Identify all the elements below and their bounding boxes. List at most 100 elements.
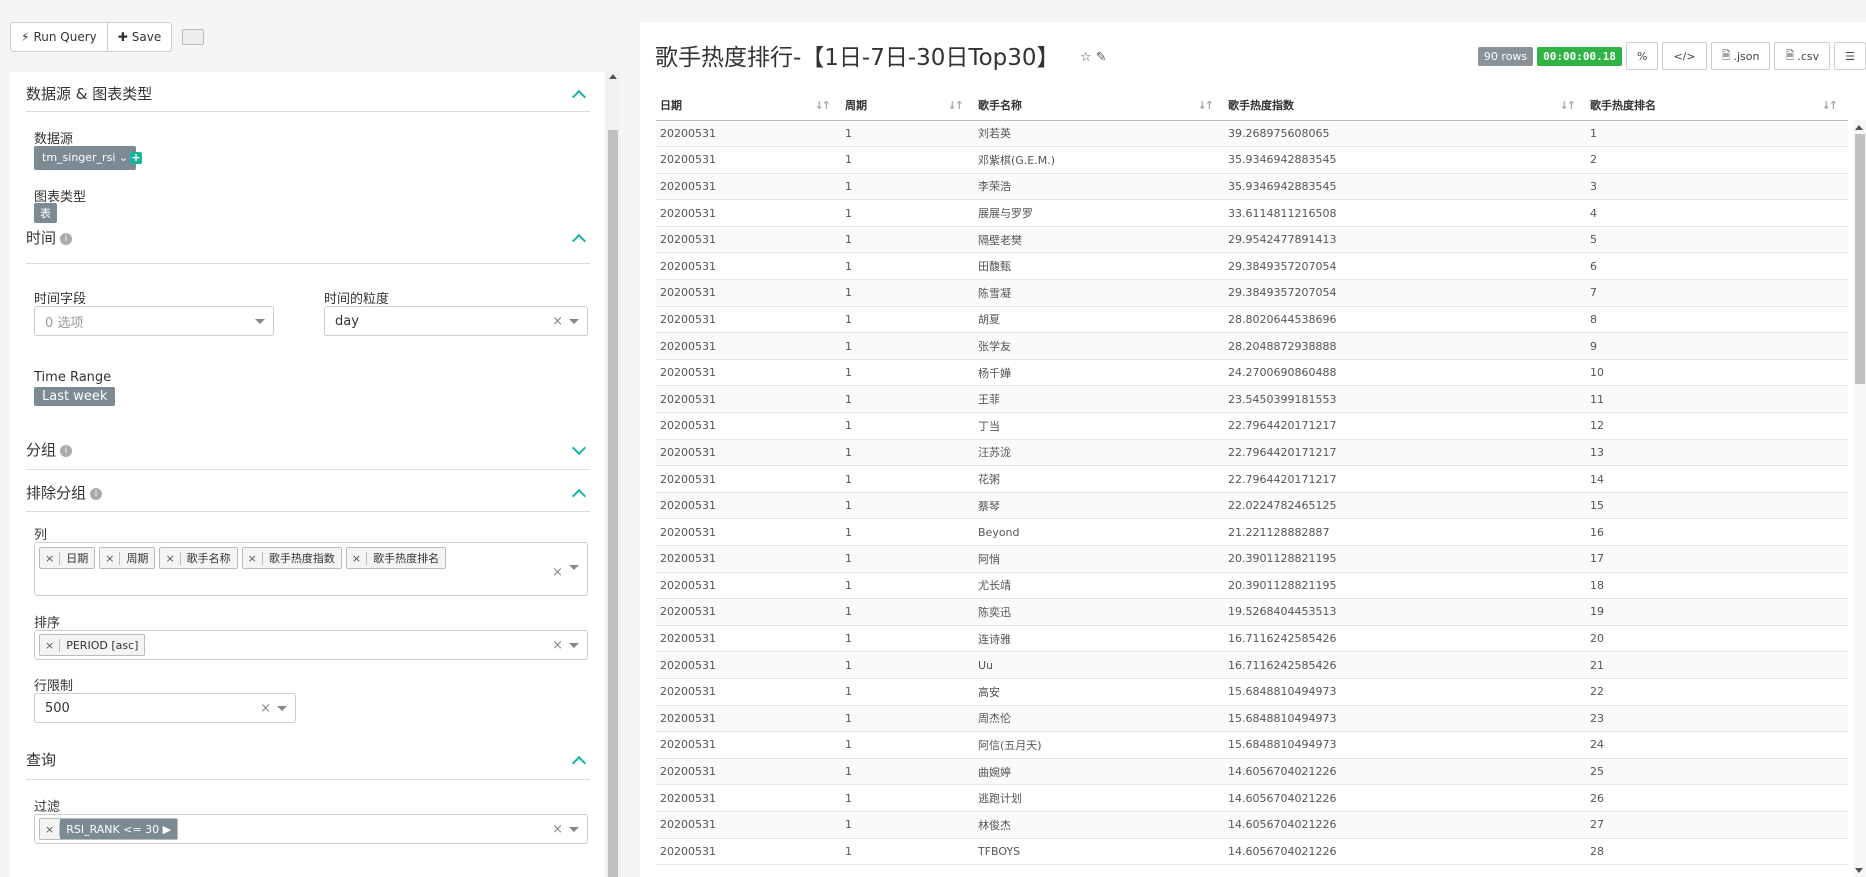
remove-icon[interactable]: × <box>100 551 121 565</box>
table-cell: 20200531 <box>656 518 841 546</box>
time-grain-select[interactable]: day × <box>324 306 588 336</box>
chevron-down-icon[interactable] <box>571 440 587 455</box>
edit-icon[interactable]: ✎ <box>1096 50 1107 65</box>
scroll-down-icon[interactable] <box>1855 868 1863 873</box>
nogroup-section-header[interactable]: 排除分组 i <box>26 474 590 512</box>
left-scrollbar-thumb[interactable] <box>608 130 618 877</box>
table-cell: 1 <box>841 385 974 414</box>
row-count-badge: 90 rows <box>1477 46 1534 66</box>
table-row[interactable]: 20200531 1 阿悄 20.3901128821195 17 <box>656 545 1848 573</box>
clear-icon[interactable]: × <box>552 314 563 329</box>
table-row[interactable]: 20200531 1 尤长靖 20.3901128821195 18 <box>656 572 1848 600</box>
add-datasource-icon[interactable]: + <box>130 152 142 164</box>
column-chip[interactable]: × 日期 <box>39 547 96 569</box>
sort-icon[interactable]: ↓↑ <box>1560 99 1577 112</box>
column-header[interactable]: 歌手热度指数 ↓↑ <box>1224 90 1586 121</box>
table-row[interactable]: 20200531 1 丁当 22.7964420171217 12 <box>656 412 1848 440</box>
clear-icon[interactable]: × <box>552 638 563 653</box>
json-button[interactable]: 🗎 .json <box>1710 42 1771 70</box>
link-button[interactable]: % <box>1626 42 1659 70</box>
table-cell: Beyond <box>974 518 1224 546</box>
table-row[interactable]: 20200531 1 花粥 22.7964420171217 14 <box>656 465 1848 493</box>
ordering-select[interactable]: × PERIOD [asc] × <box>34 630 588 660</box>
remove-icon[interactable]: × <box>347 551 368 565</box>
table-row[interactable]: 20200531 1 逃跑计划 14.6056704021226 26 <box>656 784 1848 812</box>
table-row[interactable]: 20200531 1 刘若英 39.268975608065 1 <box>656 120 1848 148</box>
scroll-up-icon[interactable] <box>609 74 617 79</box>
table-cell: 1 <box>841 173 974 201</box>
table-cell: 11 <box>1586 385 1848 414</box>
chevron-up-icon[interactable] <box>571 233 587 248</box>
table-row[interactable]: 20200531 1 展展与罗罗 33.6114811216508 4 <box>656 199 1848 227</box>
table-row[interactable]: 20200531 1 高安 15.6848810494973 22 <box>656 678 1848 706</box>
column-chip[interactable]: × 歌手热度排名 <box>345 547 447 569</box>
table-row[interactable]: 20200531 1 连诗雅 16.7116242585426 20 <box>656 625 1848 653</box>
run-query-button[interactable]: ⚡ Run Query <box>10 22 108 52</box>
clear-icon[interactable]: × <box>260 701 271 716</box>
datasource-section-header[interactable]: 数据源 & 图表类型 <box>26 76 590 112</box>
filter-chip[interactable]: × RSI_RANK <= 30 ▶ <box>39 818 179 840</box>
sort-icon[interactable]: ↓↑ <box>1822 99 1839 112</box>
embed-button[interactable]: </> <box>1662 42 1707 70</box>
clear-icon[interactable]: × <box>552 822 563 837</box>
star-icon[interactable]: ☆ <box>1080 50 1092 65</box>
clear-icon[interactable]: × <box>552 565 563 580</box>
chevron-up-icon[interactable] <box>571 755 587 770</box>
menu-button[interactable]: ☰ <box>1834 42 1866 70</box>
query-section-header[interactable]: 查询 <box>26 740 590 780</box>
column-chip[interactable]: × 周期 <box>99 547 156 569</box>
table-row[interactable]: 20200531 1 汪苏泷 22.7964420171217 13 <box>656 439 1848 467</box>
column-header[interactable]: 歌手名称 ↓↑ <box>974 90 1224 121</box>
table-scrollbar-thumb[interactable] <box>1855 134 1865 384</box>
filter-select[interactable]: × RSI_RANK <= 30 ▶ × <box>34 814 588 844</box>
sort-icon[interactable]: ↓↑ <box>815 99 832 112</box>
table-cell: 24.2700690860488 <box>1224 359 1586 387</box>
table-row[interactable]: 20200531 1 林俊杰 14.6056704021226 27 <box>656 811 1848 839</box>
remove-icon[interactable]: × <box>40 638 61 652</box>
column-header[interactable]: 日期 ↓↑ <box>656 90 841 121</box>
column-header[interactable]: 周期 ↓↑ <box>841 90 974 121</box>
sort-icon[interactable]: ↓↑ <box>1198 99 1215 112</box>
table-row[interactable]: 20200531 1 陈奕迅 19.5268404453513 19 <box>656 598 1848 626</box>
table-row[interactable]: 20200531 1 李荣浩 35.9346942883545 3 <box>656 173 1848 201</box>
table-cell: 李荣浩 <box>974 173 1224 201</box>
table-row[interactable]: 20200531 1 阿信(五月天) 15.6848810494973 24 <box>656 731 1848 759</box>
remove-icon[interactable]: × <box>40 822 61 836</box>
table-row[interactable]: 20200531 1 田馥甄 29.3849357207054 6 <box>656 252 1848 281</box>
csv-button[interactable]: 🗎 .csv <box>1774 42 1831 70</box>
table-row[interactable]: 20200531 1 王菲 23.5450399181553 11 <box>656 385 1848 414</box>
time-range-select[interactable]: Last week <box>34 387 116 406</box>
column-header[interactable]: 歌手热度排名 ↓↑ <box>1586 90 1848 121</box>
chevron-up-icon[interactable] <box>571 488 587 503</box>
table-cell: 20200531 <box>656 572 841 600</box>
columns-select[interactable]: × 日期 × 周期 × 歌手名称 × 歌手热度指数 × 歌手热度排名 × <box>34 542 588 596</box>
table-row[interactable]: 20200531 1 Beyond 21.221128882887 16 <box>656 518 1848 546</box>
sort-icon[interactable]: ↓↑ <box>948 99 965 112</box>
remove-icon[interactable]: × <box>160 551 181 565</box>
table-row[interactable]: 20200531 1 邓紫棋(G.E.M.) 35.9346942883545 2 <box>656 146 1848 174</box>
time-column-select[interactable]: 0 选项 <box>34 306 274 336</box>
save-button[interactable]: ✚ Save <box>107 22 173 52</box>
scroll-up-icon[interactable] <box>1855 125 1863 130</box>
table-row[interactable]: 20200531 1 周杰伦 15.6848810494973 23 <box>656 705 1848 733</box>
table-row[interactable]: 20200531 1 TFBOYS 14.6056704021226 28 <box>656 838 1848 866</box>
table-row[interactable]: 20200531 1 胡夏 28.8020644538696 8 <box>656 306 1848 334</box>
table-row[interactable]: 20200531 1 隔壁老樊 29.9542477891413 5 <box>656 226 1848 254</box>
table-row[interactable]: 20200531 1 曲婉婷 14.6056704021226 25 <box>656 758 1848 786</box>
table-row[interactable]: 20200531 1 陈雪凝 29.3849357207054 7 <box>656 279 1848 307</box>
chevron-up-icon[interactable] <box>571 89 587 104</box>
datasource-select[interactable]: tm_singer_rsi ⌄ <box>34 146 137 170</box>
table-row[interactable]: 20200531 1 杨千嬅 24.2700690860488 10 <box>656 359 1848 387</box>
caret-down-icon <box>569 827 579 832</box>
table-row[interactable]: 20200531 1 张学友 28.2048872938888 9 <box>656 332 1848 360</box>
time-section-header[interactable]: 时间 i <box>26 212 590 264</box>
remove-icon[interactable]: × <box>243 551 263 565</box>
table-row[interactable]: 20200531 1 蔡琴 22.0224782465125 15 <box>656 492 1848 520</box>
table-row[interactable]: 20200531 1 Uu 16.7116242585426 21 <box>656 651 1848 679</box>
column-chip[interactable]: × 歌手名称 <box>159 547 238 569</box>
remove-icon[interactable]: × <box>40 551 61 565</box>
keyboard-icon[interactable] <box>182 29 205 45</box>
column-chip[interactable]: × 歌手热度指数 <box>241 547 342 569</box>
group-section-header[interactable]: 分组 i <box>26 430 590 470</box>
row-limit-select[interactable]: 500 × <box>34 693 296 723</box>
